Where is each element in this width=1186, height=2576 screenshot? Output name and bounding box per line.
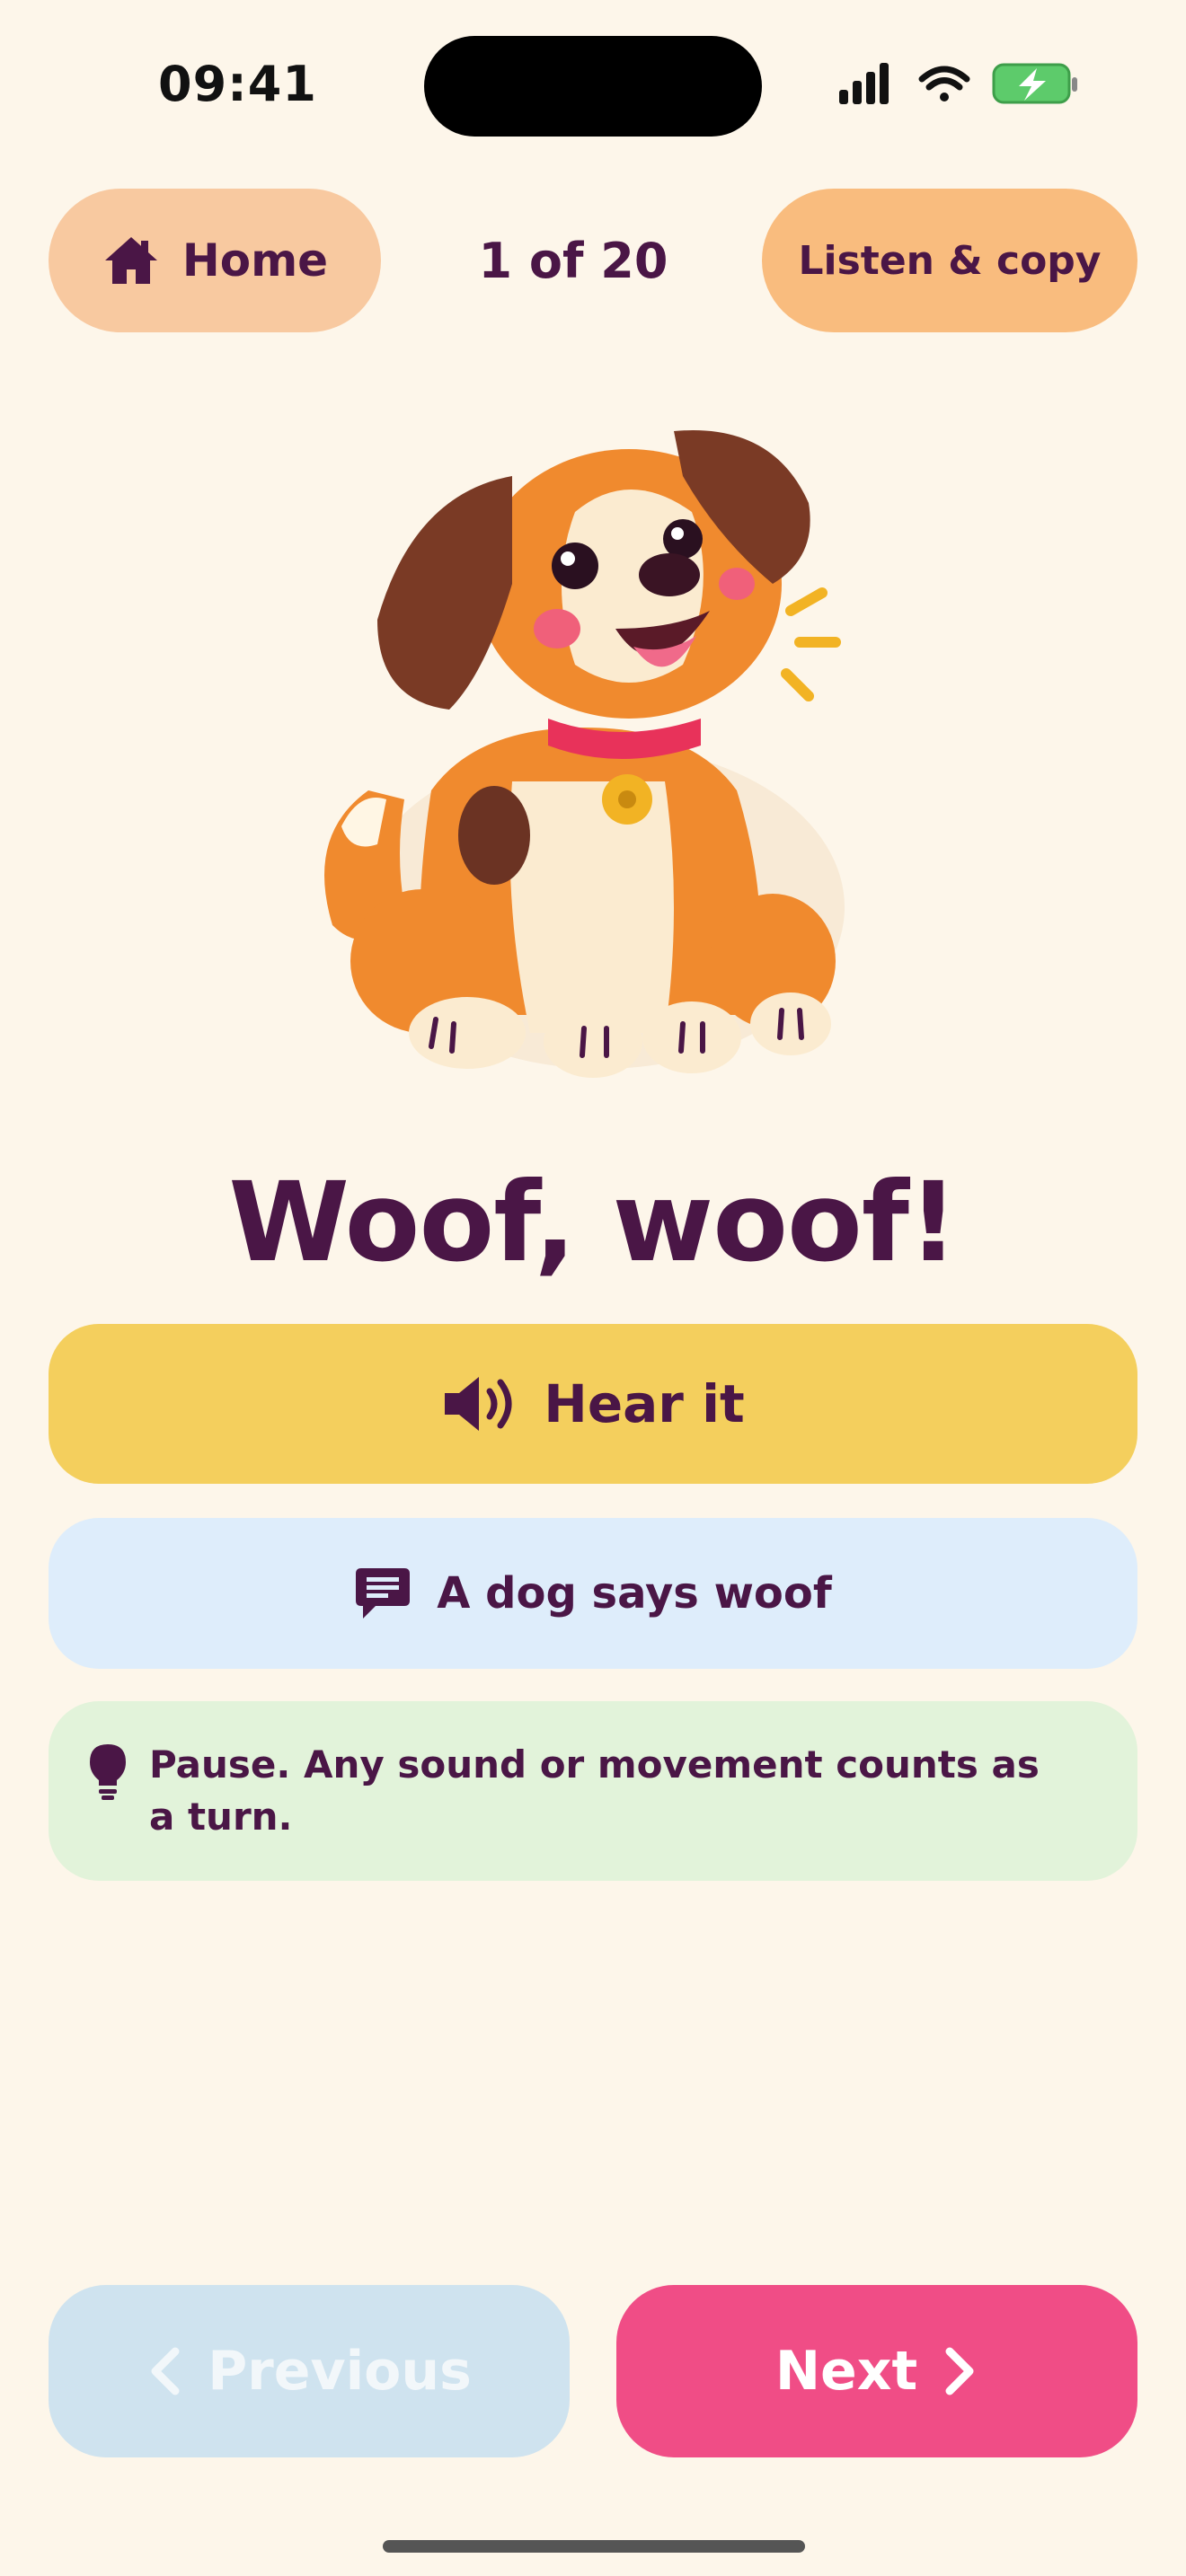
home-button-label: Home — [181, 234, 329, 287]
previous-button-label: Previous — [208, 2340, 472, 2403]
hear-it-label: Hear it — [544, 1373, 745, 1434]
battery-charging-icon — [992, 63, 1077, 104]
chevron-left-icon — [151, 2347, 180, 2395]
dog-illustration — [324, 430, 845, 1078]
previous-button[interactable]: Previous — [49, 2285, 570, 2457]
signal-icon — [839, 63, 889, 104]
home-button[interactable]: Home — [49, 189, 381, 332]
speaker-icon — [445, 1377, 512, 1431]
chat-bubble-icon — [356, 1568, 411, 1619]
next-button[interactable]: Next — [616, 2285, 1137, 2457]
progress-counter: 1 of 20 — [478, 232, 668, 289]
house-icon — [104, 237, 157, 284]
lightbulb-icon — [90, 1744, 126, 1800]
caption-text: A dog says woof — [437, 1568, 832, 1619]
caption-card: A dog says woof — [49, 1518, 1137, 1669]
next-button-label: Next — [774, 2340, 918, 2403]
status-icons — [839, 63, 1077, 104]
listen-and-copy-button[interactable]: Listen & copy — [762, 189, 1137, 332]
card-title: Woof, woof! — [228, 1159, 958, 1286]
hear-it-button[interactable]: Hear it — [49, 1324, 1137, 1484]
home-indicator[interactable] — [383, 2540, 805, 2553]
dynamic-island — [424, 36, 762, 137]
wifi-icon — [918, 66, 970, 101]
status-time: 09:41 — [158, 56, 317, 112]
listen-and-copy-label: Listen & copy — [798, 237, 1102, 284]
tip-text: Pause. Any sound or movement counts as a… — [149, 1742, 1040, 1839]
chevron-right-icon — [945, 2347, 974, 2395]
tip-card: Pause. Any sound or movement counts as a… — [49, 1701, 1137, 1881]
